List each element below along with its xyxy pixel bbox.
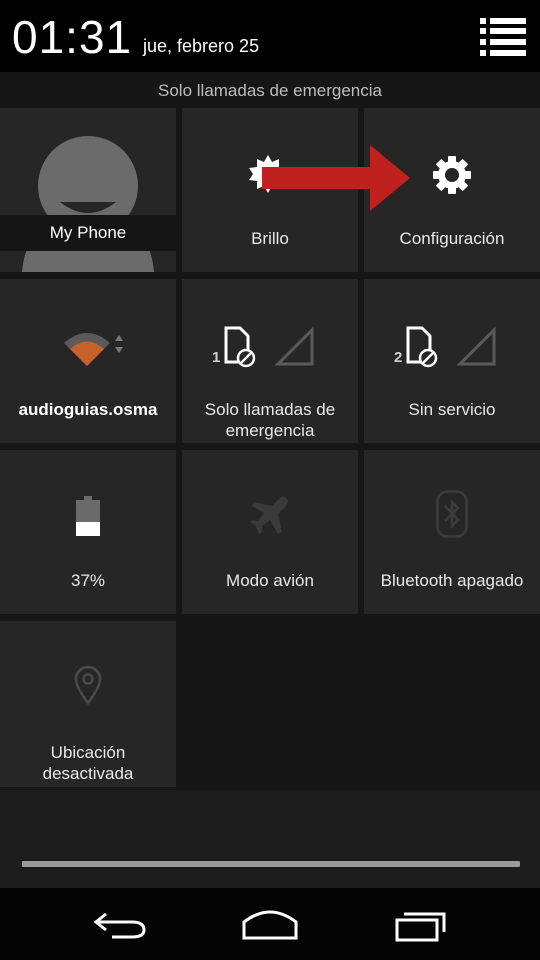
- home-icon[interactable]: [240, 908, 300, 940]
- location-tile[interactable]: Ubicación desactivada: [0, 621, 176, 787]
- sim-blocked-icon: [224, 326, 314, 368]
- red-arrow-annotation: [262, 145, 410, 211]
- sim1-label-line1: Solo llamadas de: [204, 400, 336, 419]
- battery-icon: [76, 496, 100, 536]
- airplane-label: Modo avión: [226, 571, 314, 590]
- sim-blocked-icon: [406, 326, 496, 368]
- clock: 01:31: [12, 11, 133, 63]
- back-icon[interactable]: [92, 910, 148, 940]
- battery-label: 37%: [70, 571, 106, 590]
- gear-icon: [433, 156, 471, 194]
- battery-tile[interactable]: 37%: [0, 450, 176, 614]
- sim2-tile[interactable]: 2 Sin servicio: [364, 279, 540, 443]
- recents-icon[interactable]: [394, 908, 448, 942]
- status-bar: 01:31 jue, febrero 25: [0, 0, 540, 72]
- sim1-number: 1: [212, 349, 221, 366]
- wifi-tile[interactable]: audioguias.osma: [0, 279, 176, 443]
- background-area: [0, 790, 540, 888]
- bluetooth-label: Bluetooth apagado: [380, 571, 524, 590]
- brightness-label: Brillo: [251, 229, 289, 248]
- sim2-number: 2: [394, 349, 403, 366]
- settings-list-icon[interactable]: [480, 18, 526, 56]
- location-label-line1: Ubicación: [50, 743, 126, 762]
- wifi-label: audioguias.osma: [18, 400, 158, 419]
- sim1-label-line2: emergencia: [225, 421, 315, 440]
- navigation-bar: [0, 888, 540, 960]
- bluetooth-tile[interactable]: Bluetooth apagado: [364, 450, 540, 614]
- wifi-icon: [64, 333, 123, 366]
- airplane-tile[interactable]: Modo avión: [182, 450, 358, 614]
- drag-handle[interactable]: [22, 861, 520, 867]
- location-label-line2: desactivada: [42, 764, 134, 783]
- location-pin-icon: [74, 665, 102, 705]
- settings-label: Configuración: [399, 229, 505, 248]
- avatar-icon: [22, 136, 154, 272]
- bluetooth-icon: [436, 490, 468, 538]
- emergency-notice: Solo llamadas de emergencia: [0, 72, 540, 108]
- sim2-label: Sin servicio: [408, 400, 496, 419]
- airplane-icon: [250, 496, 288, 534]
- sim1-tile[interactable]: 1 Solo llamadas de emergencia: [182, 279, 358, 443]
- date: jue, febrero 25: [143, 36, 260, 56]
- profile-name: My Phone: [0, 215, 176, 251]
- profile-tile[interactable]: My Phone: [0, 108, 176, 272]
